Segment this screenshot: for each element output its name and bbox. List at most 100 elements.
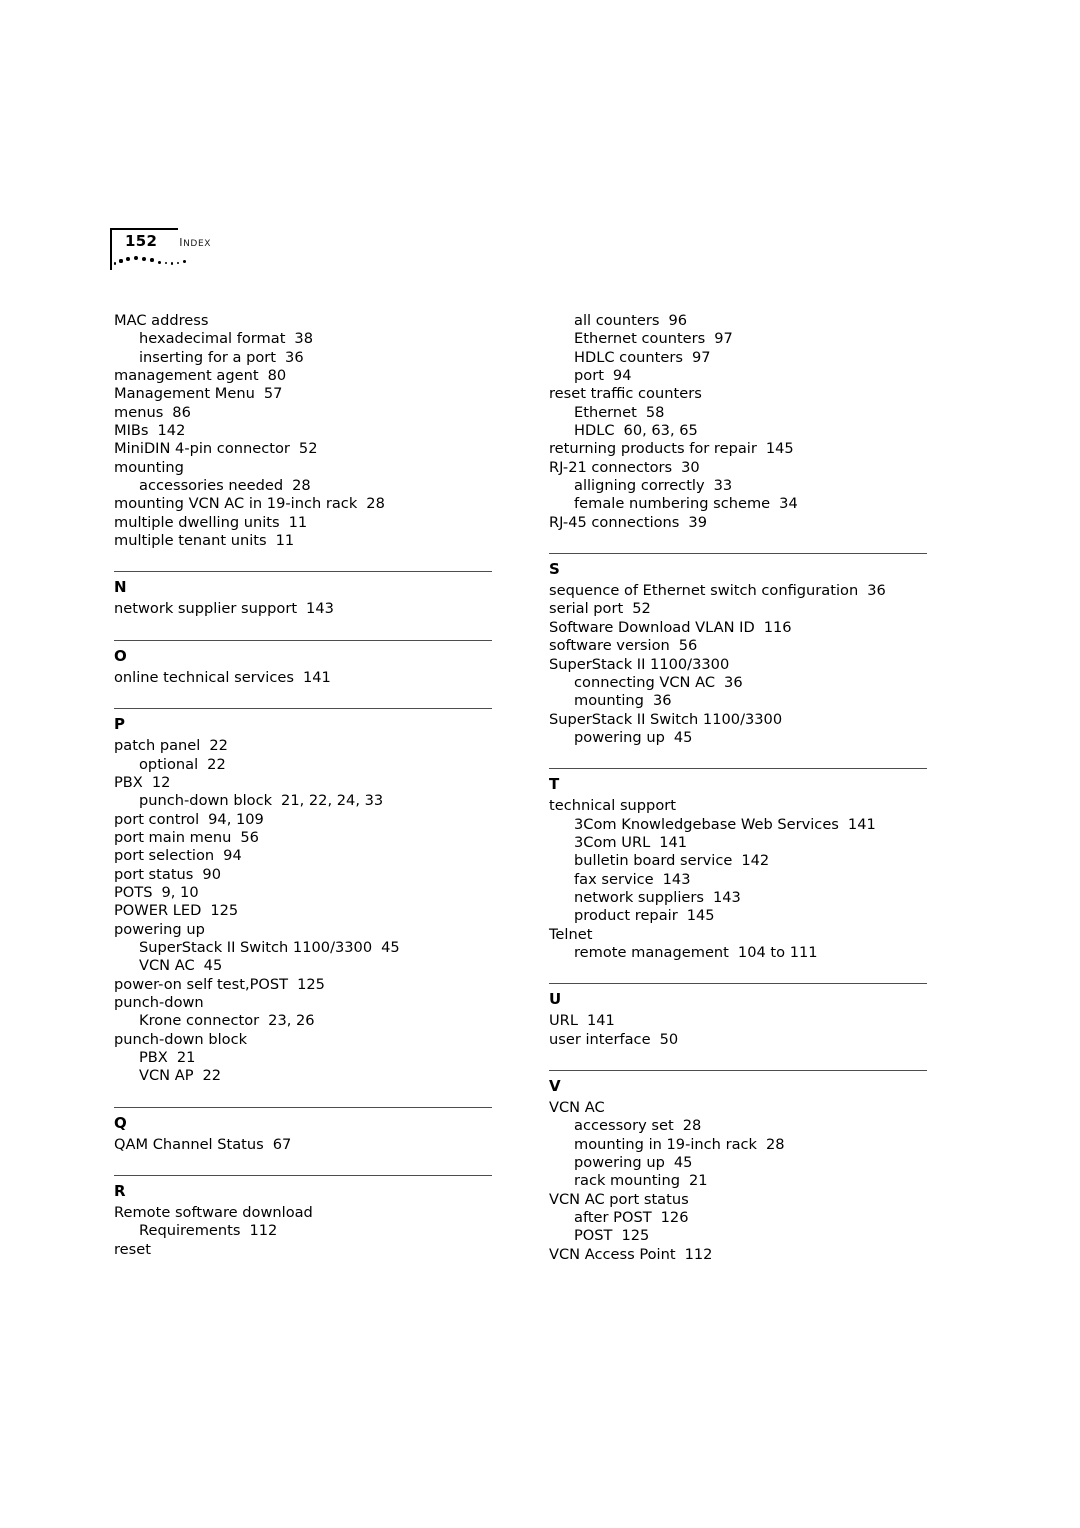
index-entry-pages: 112: [684, 1245, 713, 1263]
index-section-s: Ssequence of Ethernet switch configurati…: [549, 553, 927, 747]
index-entry: technical support: [549, 797, 927, 815]
index-entry: online technical services 141: [114, 669, 492, 687]
index-entry: VCN AC port status: [549, 1191, 927, 1209]
index-entry: VCN AC: [549, 1099, 927, 1117]
index-entry-text: sequence of Ethernet switch configuratio…: [549, 582, 859, 600]
index-entry: Telnet: [549, 926, 927, 944]
index-entry-text: mounting: [114, 458, 184, 476]
index-entry: RJ-21 connectors 30: [549, 459, 927, 477]
index-entry-text: network suppliers: [574, 888, 704, 906]
index-entry-text: inserting for a port: [139, 348, 277, 366]
index-entry-pages: 39: [688, 513, 707, 531]
index-entry-text: Requirements: [139, 1222, 241, 1240]
index-entry-pages: 94, 109: [208, 810, 264, 828]
index-entry-pages: 45: [381, 938, 400, 956]
index-entry-pages: 28: [292, 477, 311, 495]
index-section-continued: all counters 96 Ethernet counters 97 HDLC co…: [549, 312, 927, 532]
index-entry-text: POST: [574, 1227, 613, 1245]
index-entry: Remote software download: [114, 1204, 492, 1222]
index-entry-text: power-on self test,POST: [114, 975, 289, 993]
section-letter: V: [549, 1077, 561, 1095]
index-entry-text: Ethernet: [574, 403, 637, 421]
index-entry: MIBs 142: [114, 422, 492, 440]
index-entry: mounting: [114, 459, 492, 477]
index-entry: patch panel 22: [114, 737, 492, 755]
index-entry-pages: 28: [682, 1117, 702, 1135]
index-entry-text: VCN AP: [139, 1067, 194, 1085]
index-entry-text: MiniDIN 4-pin connector: [114, 440, 290, 458]
header-row: 152 Index: [125, 232, 211, 250]
index-entry: rack mounting 21: [549, 1172, 927, 1190]
index-entry-text: accessories needed: [139, 477, 284, 495]
index-entry-text: MAC address: [114, 312, 209, 329]
section-letter: Q: [114, 1113, 127, 1132]
index-entry-text: after POST: [574, 1209, 652, 1227]
section-letter: T: [549, 775, 560, 794]
index-entry-pages: 11: [288, 513, 308, 531]
index-entry-text: network supplier support: [114, 600, 298, 618]
index-entry-pages: 45: [673, 1154, 693, 1172]
index-entry-pages: 141: [302, 668, 331, 686]
index-entry-pages: 142: [157, 422, 186, 440]
index-entry-text: punch-down block: [114, 1030, 248, 1048]
index-entry-pages: 125: [297, 975, 325, 993]
index-entry-pages: 141: [659, 833, 688, 851]
index-section-t: Ttechnical support 3Com Knowledgebase Web…: [549, 768, 927, 962]
index-entry-text: product repair: [574, 907, 678, 925]
index-entry: Ethernet counters 97: [549, 330, 927, 348]
index-entry: multiple dwelling units 11: [114, 514, 492, 532]
index-entry-pages: 45: [673, 728, 693, 746]
index-entry: female numbering scheme 34: [549, 495, 927, 513]
index-entry-pages: 36: [867, 582, 886, 600]
section-letter: S: [549, 560, 560, 579]
index-entry-text: punch-down block: [139, 792, 273, 810]
index-entry: network suppliers 143: [549, 889, 927, 907]
index-entry-pages: 56: [678, 637, 698, 655]
index-entry-pages: 22: [202, 1067, 222, 1085]
index-entry: URL 141: [549, 1012, 927, 1030]
index-entry: punch-down: [114, 994, 492, 1012]
index-entry: serial port 52: [549, 600, 927, 618]
index-entry: alligning correctly 33: [549, 477, 927, 495]
index-entry: SuperStack II 1100/3300: [549, 656, 927, 674]
index-entry: POTS 9, 10: [114, 884, 492, 902]
index-entry: Management Menu 57: [114, 385, 492, 403]
index-entry-pages: 145: [765, 440, 794, 458]
index-entry: port main menu 56: [114, 829, 492, 847]
index-entry-pages: 80: [267, 367, 287, 385]
index-entry: MAC address: [114, 312, 492, 330]
index-entry-pages: 94: [223, 847, 242, 865]
index-entry: powering up 45: [549, 729, 927, 747]
index-entry-pages: 28: [366, 495, 385, 513]
index-entry: mounting in 19-inch rack 28: [549, 1136, 927, 1154]
index-entry-text: MIBs: [114, 422, 149, 440]
index-entry-pages: 22: [207, 755, 226, 773]
index-entry-text: VCN Access Point: [549, 1245, 676, 1263]
index-entry-text: SuperStack II Switch 1100/3300: [139, 938, 373, 956]
index-entry-text: POWER LED: [114, 902, 202, 920]
index-entry-pages: 22: [209, 737, 228, 755]
index-entry-text: online technical services: [114, 668, 294, 686]
index-entry-text: multiple dwelling units: [114, 513, 280, 531]
index-entry-pages: 12: [151, 773, 171, 791]
index-entry: PBX 21: [114, 1049, 492, 1067]
index-entry-text: Krone connector: [139, 1012, 260, 1030]
index-entry-text: Management Menu: [114, 385, 255, 403]
index-entry: port control 94, 109: [114, 811, 492, 829]
index-entry-text: menus: [114, 403, 164, 421]
section-letter: U: [549, 990, 562, 1009]
index-entry: product repair 145: [549, 907, 927, 925]
index-entry-pages: 143: [306, 600, 334, 618]
index-entry-text: Software Download VLAN ID: [549, 618, 755, 636]
index-entry: reset: [114, 1241, 492, 1259]
index-entry-text: 3Com Knowledgebase Web Services: [574, 815, 839, 833]
index-entry: mounting VCN AC in 19-inch rack 28: [114, 495, 492, 513]
index-entry-pages: 125: [621, 1227, 650, 1245]
index-column-left: MAC address hexadecimal format 38 inserting…: [114, 312, 492, 1259]
index-entry: powering up: [114, 921, 492, 939]
index-entry: port 94: [549, 367, 927, 385]
index-entry-text: connecting VCN AC: [574, 673, 716, 691]
page-title: Index: [179, 232, 211, 250]
index-entry: user interface 50: [549, 1031, 927, 1049]
index-entry: menus 86: [114, 404, 492, 422]
